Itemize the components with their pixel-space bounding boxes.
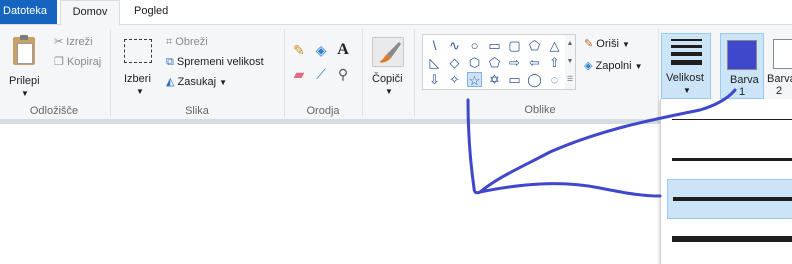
- select-dropdown-icon[interactable]: ▼: [136, 87, 144, 96]
- size-dropdown-menu: [660, 99, 792, 264]
- shape-item[interactable]: ◯: [527, 72, 542, 87]
- shape-item[interactable]: ▭: [487, 38, 502, 53]
- paste-button-label[interactable]: Prilepi: [9, 75, 40, 87]
- clipboard-group-label: Odložišče: [29, 105, 79, 117]
- gallery-expand-icon[interactable]: ☰: [565, 71, 575, 89]
- fill-bucket-icon[interactable]: ◈: [312, 41, 330, 59]
- size-label: Velikost: [666, 72, 704, 84]
- color-picker-icon[interactable]: ⟋: [312, 65, 330, 83]
- shape-item[interactable]: ✡: [487, 72, 502, 87]
- canvas-top-border: [0, 120, 660, 124]
- pencil-icon[interactable]: ✎: [290, 41, 308, 59]
- magnifier-icon[interactable]: ⚲: [334, 65, 352, 83]
- size-option-8px[interactable]: [667, 219, 792, 259]
- cut-label: Izreži: [66, 36, 93, 48]
- eraser-icon[interactable]: ▰: [290, 65, 308, 83]
- color2-swatch: [773, 39, 792, 69]
- shapes-gallery-scrollbar[interactable]: ▲ ▼ ☰: [565, 34, 576, 90]
- outline-button[interactable]: ✎ Oriši ▼: [584, 35, 630, 53]
- shape-item[interactable]: ⇧: [547, 55, 562, 70]
- outline-label: Oriši: [596, 38, 619, 50]
- select-icon[interactable]: [124, 39, 152, 63]
- rotate-icon: ◭: [166, 76, 175, 88]
- size-option-1px[interactable]: [667, 99, 792, 139]
- color2-number: 2: [776, 85, 783, 97]
- fill-label: Zapolni: [595, 60, 632, 72]
- brushes-icon[interactable]: [372, 37, 404, 67]
- copy-button[interactable]: ❐ Kopiraj: [54, 53, 101, 71]
- scroll-up-icon[interactable]: ▲: [565, 35, 575, 53]
- group-divider: [284, 29, 285, 117]
- outline-icon: ✎: [584, 38, 594, 50]
- rotate-label: Zasukaj: [177, 76, 217, 88]
- resize-button[interactable]: ⧉ Spremeni velikost: [166, 53, 264, 71]
- fill-dropdown-icon: ▼: [634, 62, 643, 71]
- drawing-canvas[interactable]: [0, 124, 660, 264]
- size-option-5px[interactable]: [667, 179, 792, 219]
- group-divider: [414, 29, 415, 117]
- shape-item[interactable]: ◌: [547, 72, 562, 87]
- tools-group-label: Orodja: [306, 105, 340, 117]
- shape-item[interactable]: ○: [467, 38, 482, 53]
- scissors-icon: ✂: [54, 36, 64, 48]
- tab-file[interactable]: Datoteka: [0, 0, 57, 24]
- crop-icon: ⌗: [166, 36, 173, 48]
- fill-button[interactable]: ◈ Zapolni ▼: [584, 57, 643, 75]
- scroll-down-icon[interactable]: ▼: [565, 53, 575, 71]
- resize-icon: ⧉: [166, 56, 174, 68]
- color1-button[interactable]: Barva 1: [720, 33, 764, 99]
- color2-button[interactable]: Barva 2: [767, 33, 792, 99]
- tools-group: ✎ ◈ A ▰ ⟋ ⚲ Orodja: [286, 25, 360, 120]
- color1-swatch: [727, 40, 757, 70]
- shape-item[interactable]: ☆: [467, 72, 482, 88]
- brushes-label[interactable]: Čopiči: [372, 73, 403, 85]
- group-divider: [362, 29, 363, 117]
- text-tool-icon[interactable]: A: [334, 41, 352, 59]
- clipboard-group: Prilepi ▼ ✂ Izreži ❐ Kopiraj Odložišče: [0, 25, 108, 120]
- cut-button[interactable]: ✂ Izreži: [54, 33, 93, 51]
- rotate-dropdown-icon: ▼: [219, 78, 228, 87]
- ribbon-tabs: Datoteka Domov Pogled: [0, 0, 792, 25]
- color1-label: Barva: [730, 74, 759, 86]
- rotate-button[interactable]: ◭ Zasukaj ▼: [166, 73, 227, 91]
- paste-icon[interactable]: [13, 35, 35, 65]
- copy-icon: ❐: [54, 56, 64, 68]
- shape-item[interactable]: \: [427, 38, 442, 53]
- shape-item[interactable]: ⬡: [467, 55, 482, 70]
- shape-item[interactable]: ⬠: [527, 38, 542, 53]
- brushes-dropdown-icon[interactable]: ▼: [385, 87, 393, 96]
- group-divider: [110, 29, 111, 117]
- size-option-3px[interactable]: [667, 139, 792, 179]
- shape-item[interactable]: △: [547, 38, 562, 53]
- tab-view[interactable]: Pogled: [126, 0, 176, 24]
- shapes-group-label: Oblike: [524, 104, 556, 116]
- shape-item[interactable]: ∿: [447, 38, 462, 53]
- group-divider: [658, 29, 659, 117]
- shape-item[interactable]: ◇: [447, 55, 462, 70]
- image-group-label: Slika: [185, 105, 209, 117]
- outline-dropdown-icon: ▼: [621, 40, 630, 49]
- shape-item[interactable]: ⬠: [487, 55, 502, 70]
- shape-item[interactable]: ◺: [427, 55, 442, 70]
- paste-dropdown-icon[interactable]: ▼: [21, 89, 29, 98]
- shape-item[interactable]: ▭: [507, 72, 522, 87]
- shapes-gallery: \ ∿ ○ ▭ ▢ ⬠ △ ◺ ◇ ⬡ ⬠ ⇨ ⇦ ⇧ ⇩ ✧ ☆ ✡ ▭ ◯ ◌: [422, 34, 566, 90]
- shape-item[interactable]: ⇦: [527, 55, 542, 70]
- size-button[interactable]: Velikost ▼: [661, 33, 711, 99]
- select-button-label[interactable]: Izberi: [124, 73, 151, 85]
- color1-number: 1: [739, 86, 746, 98]
- crop-label: Obreži: [175, 36, 208, 48]
- color2-label: Barva: [767, 73, 792, 85]
- resize-label: Spremeni velikost: [176, 56, 264, 68]
- shape-item[interactable]: ✧: [447, 72, 462, 87]
- crop-button[interactable]: ⌗ Obreži: [166, 33, 208, 51]
- shape-item[interactable]: ⇩: [427, 72, 442, 87]
- tab-home[interactable]: Domov: [60, 0, 120, 25]
- copy-label: Kopiraj: [66, 56, 102, 68]
- shape-item[interactable]: ▢: [507, 38, 522, 53]
- size-dropdown-icon: ▼: [683, 86, 691, 95]
- fill-icon: ◈: [584, 60, 593, 72]
- shape-item[interactable]: ⇨: [507, 55, 522, 70]
